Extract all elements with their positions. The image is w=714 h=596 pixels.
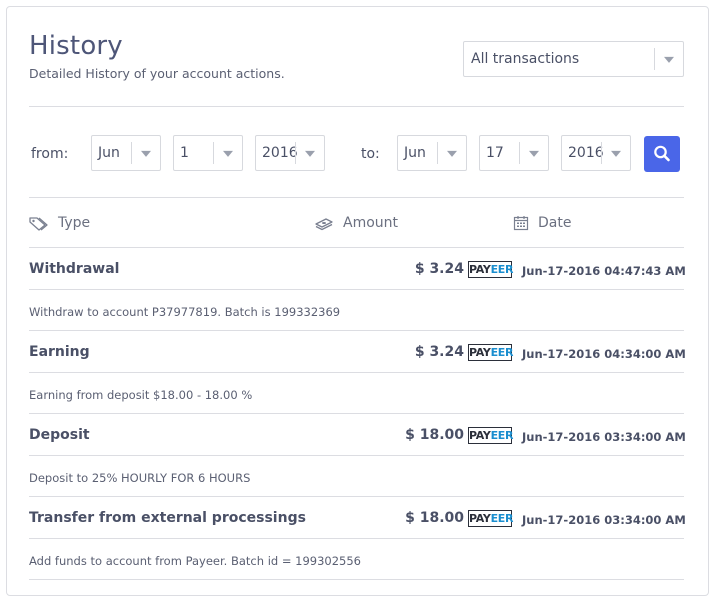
transaction-type-select[interactable]: All transactions: [463, 41, 684, 77]
from-year-value: 2016: [262, 145, 298, 161]
to-label: to:: [361, 146, 380, 162]
to-day-select[interactable]: 17: [479, 135, 549, 171]
dropdown-toggle: [131, 142, 160, 164]
transaction-description: Earning from deposit $18.00 - 18.00 %: [29, 388, 253, 402]
payeer-logo-part2: EER: [490, 263, 514, 276]
transaction-amount: $ 3.24: [414, 344, 464, 360]
dropdown-toggle: [601, 142, 630, 164]
row-divider: [29, 496, 684, 497]
column-amount-label: Amount: [343, 215, 399, 231]
to-day-value: 17: [486, 145, 504, 161]
payeer-logo-part2: EER: [490, 429, 514, 442]
row-divider: [29, 455, 684, 456]
chevron-down-icon: [223, 150, 233, 157]
dropdown-toggle: [295, 142, 324, 164]
search-icon: [654, 145, 670, 162]
filter-divider: [29, 197, 684, 198]
from-label: from:: [31, 146, 69, 162]
chevron-down-icon: [664, 56, 674, 63]
dropdown-toggle: [213, 142, 242, 164]
payeer-logo: PAYEER: [468, 261, 514, 278]
to-year-select[interactable]: 2016: [561, 135, 631, 171]
calendar-icon: [513, 216, 529, 231]
column-header-amount: Amount: [314, 215, 398, 231]
transaction-amount: $ 18.00: [405, 510, 464, 526]
transaction-description: Add funds to account from Payeer. Batch …: [29, 554, 361, 568]
from-day-select[interactable]: 1: [173, 135, 243, 171]
payeer-logo-part1: PAY: [469, 263, 491, 276]
transaction-description: Deposit to 25% HOURLY FOR 6 HOURS: [29, 471, 251, 485]
chevron-down-icon: [447, 150, 457, 157]
transaction-date: Jun-17-2016 04:34:00 AM: [522, 347, 686, 361]
transaction-title: Earning: [29, 344, 90, 360]
page-subtitle: Detailed History of your account actions…: [29, 66, 285, 81]
row-divider: [29, 372, 684, 373]
row-divider: [29, 330, 684, 331]
chevron-down-icon: [305, 150, 315, 157]
header-divider: [29, 106, 684, 107]
to-month-select[interactable]: Jun: [397, 135, 467, 171]
chevron-down-icon: [611, 150, 621, 157]
chevron-down-icon: [141, 150, 151, 157]
transaction-date: Jun-17-2016 04:47:43 AM: [522, 264, 686, 278]
transaction-date: Jun-17-2016 03:34:00 AM: [522, 430, 686, 444]
from-year-select[interactable]: 2016: [255, 135, 325, 171]
row-divider: [29, 289, 684, 290]
dropdown-toggle: [437, 142, 466, 164]
payeer-logo: PAYEER: [468, 427, 514, 444]
row-divider: [29, 413, 684, 414]
transaction-amount: $ 18.00: [405, 427, 464, 443]
column-date-label: Date: [538, 215, 572, 231]
columns-divider: [29, 247, 684, 248]
dropdown-toggle: [654, 48, 683, 70]
payeer-logo: PAYEER: [468, 344, 514, 361]
to-year-value: 2016: [568, 145, 604, 161]
to-month-value: Jun: [404, 145, 426, 161]
from-month-select[interactable]: Jun: [91, 135, 161, 171]
money-icon: [315, 218, 333, 231]
payeer-logo-part1: PAY: [469, 346, 491, 359]
transaction-title: Withdrawal: [29, 261, 120, 277]
from-day-value: 1: [180, 145, 189, 161]
payeer-logo-part2: EER: [490, 512, 514, 525]
column-header-date: Date: [513, 215, 571, 231]
payeer-logo-part2: EER: [490, 346, 514, 359]
row-divider: [29, 538, 684, 539]
row-divider: [29, 579, 684, 580]
column-header-type: Type: [29, 215, 90, 231]
transaction-type-value: All transactions: [471, 51, 580, 67]
page-title: History: [29, 31, 123, 61]
tag-icon: [29, 217, 48, 231]
history-card: History Detailed History of your account…: [6, 6, 709, 596]
chevron-down-icon: [529, 150, 539, 157]
from-month-value: Jun: [98, 145, 120, 161]
transaction-amount: $ 3.24: [414, 261, 464, 277]
transaction-date: Jun-17-2016 03:34:00 AM: [522, 513, 686, 527]
dropdown-toggle: [519, 142, 548, 164]
payeer-logo-part1: PAY: [469, 429, 491, 442]
transaction-title: Deposit: [29, 427, 90, 443]
transaction-description: Withdraw to account P37977819. Batch is …: [29, 305, 341, 319]
search-button[interactable]: [644, 136, 680, 172]
payeer-logo: PAYEER: [468, 510, 514, 527]
transaction-title: Transfer from external processings: [29, 510, 306, 526]
payeer-logo-part1: PAY: [469, 512, 491, 525]
column-type-label: Type: [58, 215, 91, 231]
